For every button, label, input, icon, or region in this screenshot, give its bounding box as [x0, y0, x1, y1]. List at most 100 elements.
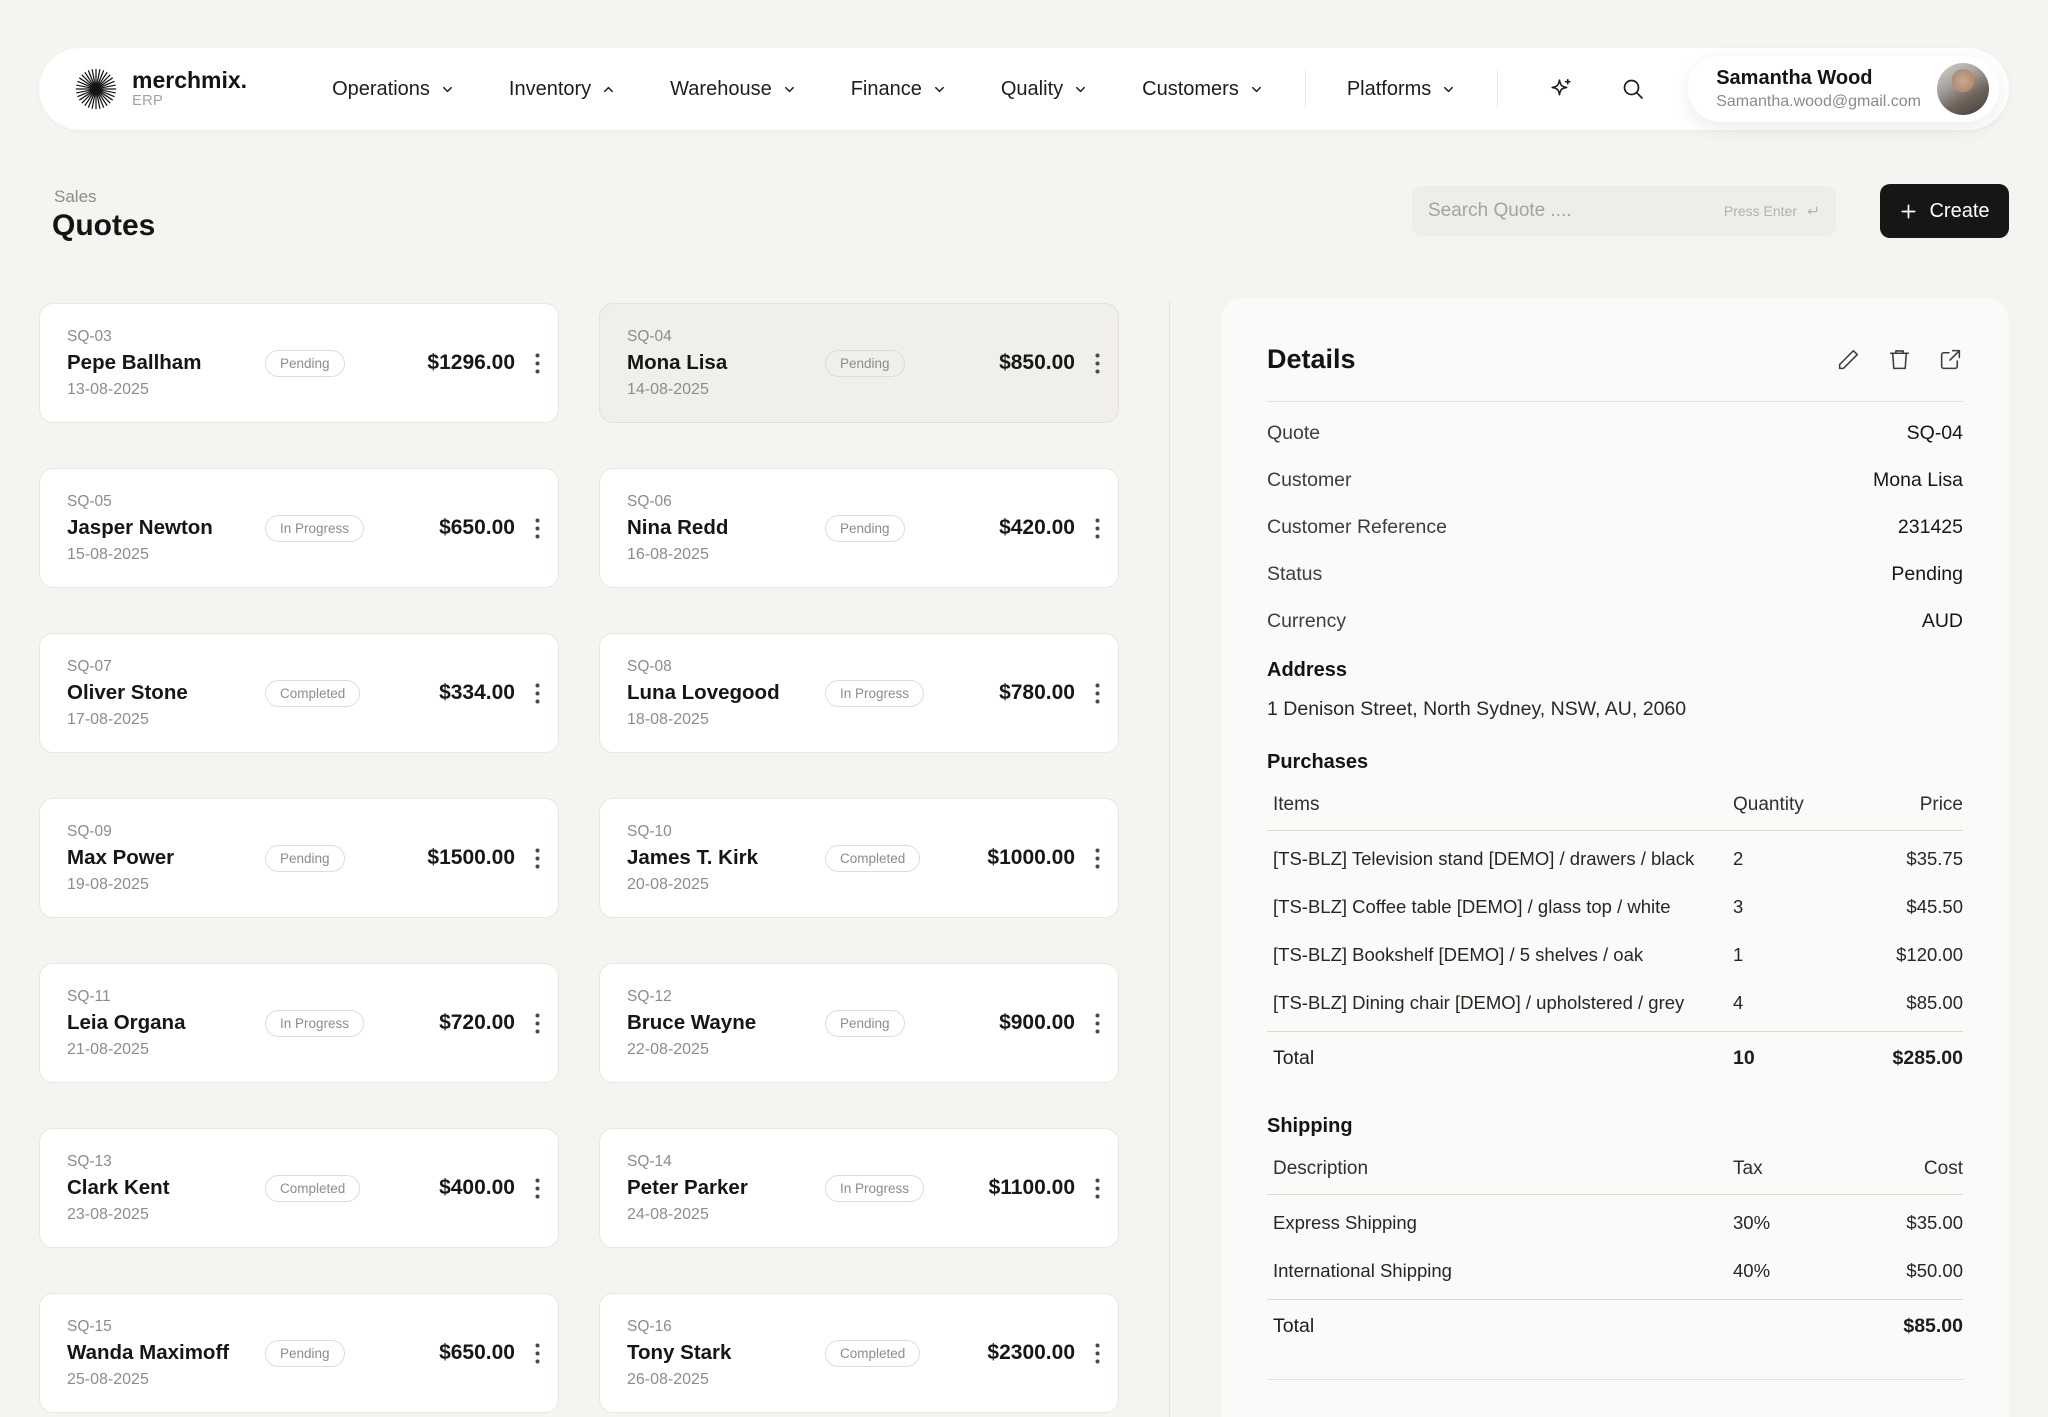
- status-badge: Completed: [825, 844, 921, 872]
- quote-card[interactable]: SQ-14 Peter Parker 24-08-2025 In Progres…: [599, 1128, 1119, 1248]
- status-badge: Completed: [825, 1339, 921, 1367]
- kebab-menu-icon[interactable]: [1091, 1007, 1104, 1040]
- kebab-menu-icon[interactable]: [531, 347, 544, 380]
- status-badge: Pending: [825, 1009, 905, 1037]
- nav-item-platforms[interactable]: Platforms: [1320, 78, 1483, 101]
- nav-item-finance[interactable]: Finance: [824, 78, 974, 101]
- quote-card-info: SQ-16 Tony Stark 26-08-2025: [627, 1318, 825, 1389]
- brand-logo[interactable]: merchmix. ERP: [73, 66, 247, 112]
- quote-card[interactable]: SQ-15 Wanda Maximoff 25-08-2025 Pending …: [39, 1293, 559, 1413]
- quote-id: SQ-06: [627, 492, 672, 510]
- kebab-menu-icon[interactable]: [1091, 512, 1104, 545]
- kebab-menu-icon[interactable]: [1091, 677, 1104, 710]
- avatar[interactable]: [1937, 63, 1989, 115]
- quote-card[interactable]: SQ-07 Oliver Stone 17-08-2025 Completed …: [39, 633, 559, 753]
- detail-field-row: Customer Reference 231425: [1267, 504, 1963, 551]
- shipping-table-header: Description Tax Cost: [1267, 1158, 1963, 1195]
- create-button[interactable]: Create: [1880, 184, 2009, 238]
- nav-item-operations[interactable]: Operations: [305, 78, 482, 101]
- quote-id: SQ-04: [627, 327, 672, 345]
- status-badge: In Progress: [825, 679, 925, 707]
- brand-suffix: ERP: [132, 92, 163, 110]
- edit-pencil-icon[interactable]: [1836, 347, 1861, 372]
- address-heading: Address: [1267, 659, 1348, 681]
- table-cell-price: $35.00: [1906, 1212, 1963, 1233]
- nav-item-quality[interactable]: Quality: [974, 78, 1115, 101]
- quote-card[interactable]: SQ-11 Leia Organa 21-08-2025 In Progress…: [39, 963, 559, 1083]
- table-cell-qty: 30%: [1733, 1212, 1771, 1233]
- user-name: Samantha Wood: [1716, 67, 1873, 89]
- table-row: [TS-BLZ] Coffee table [DEMO] / glass top…: [1267, 883, 1963, 931]
- quote-card[interactable]: SQ-06 Nina Redd 16-08-2025 Pending $420.…: [599, 468, 1119, 588]
- open-external-link-icon[interactable]: [1938, 347, 1963, 372]
- quote-card[interactable]: SQ-03 Pepe Ballham 13-08-2025 Pending $1…: [39, 303, 559, 423]
- shipping-heading: Shipping: [1267, 1115, 1353, 1137]
- quote-card-info: SQ-06 Nina Redd 16-08-2025: [627, 493, 825, 564]
- quote-date: 16-08-2025: [627, 545, 709, 563]
- search-icon[interactable]: [1620, 76, 1646, 102]
- nav-separator: [1497, 70, 1499, 108]
- quote-list: SQ-03 Pepe Ballham 13-08-2025 Pending $1…: [39, 303, 1119, 1413]
- purchases-heading: Purchases: [1267, 751, 1369, 773]
- quote-price: $334.00: [439, 681, 515, 704]
- quote-card[interactable]: SQ-05 Jasper Newton 15-08-2025 In Progre…: [39, 468, 559, 588]
- quote-customer-name: Luna Lovegood: [627, 680, 780, 704]
- kebab-menu-icon[interactable]: [531, 842, 544, 875]
- quote-card[interactable]: SQ-13 Clark Kent 23-08-2025 Completed $4…: [39, 1128, 559, 1248]
- quote-id: SQ-07: [67, 657, 112, 675]
- chevron-down-icon: [1441, 82, 1456, 97]
- quote-card[interactable]: SQ-16 Tony Stark 26-08-2025 Completed $2…: [599, 1293, 1119, 1413]
- kebab-menu-icon[interactable]: [531, 1007, 544, 1040]
- sparkle-ai-icon[interactable]: [1547, 76, 1574, 103]
- nav-item-customers[interactable]: Customers: [1115, 78, 1291, 101]
- purchases-total-label: Total: [1273, 1047, 1315, 1069]
- quote-card[interactable]: SQ-09 Max Power 19-08-2025 Pending $1500…: [39, 798, 559, 918]
- quote-card[interactable]: SQ-04 Mona Lisa 14-08-2025 Pending $850.…: [599, 303, 1119, 423]
- quote-card-info: SQ-14 Peter Parker 24-08-2025: [627, 1153, 825, 1224]
- quote-card-info: SQ-08 Luna Lovegood 18-08-2025: [627, 658, 825, 729]
- quote-customer-name: Max Power: [67, 845, 175, 869]
- status-badge: Pending: [265, 844, 345, 872]
- nav-item-warehouse[interactable]: Warehouse: [643, 78, 824, 101]
- nav-item-inventory[interactable]: Inventory: [482, 78, 643, 101]
- delete-trash-icon[interactable]: [1887, 347, 1912, 372]
- status-badge: In Progress: [265, 1009, 365, 1037]
- quote-search-box[interactable]: Press Enter: [1412, 186, 1836, 236]
- table-cell-item: [TS-BLZ] Dining chair [DEMO] / upholster…: [1273, 992, 1685, 1013]
- nav-item-label: Platforms: [1346, 77, 1432, 100]
- quote-card-info: SQ-13 Clark Kent 23-08-2025: [67, 1153, 265, 1224]
- quote-card[interactable]: SQ-10 James T. Kirk 20-08-2025 Completed…: [599, 798, 1119, 918]
- purchases-total-row: Total 10 $285.00: [1267, 1031, 1963, 1085]
- table-cell-item: [TS-BLZ] Television stand [DEMO] / drawe…: [1273, 848, 1695, 869]
- user-profile-chip[interactable]: Samantha Wood Samantha.wood@gmail.com: [1688, 56, 1999, 122]
- quote-card-info: SQ-12 Bruce Wayne 22-08-2025: [627, 988, 825, 1059]
- kebab-menu-icon[interactable]: [531, 1337, 544, 1370]
- quote-date: 18-08-2025: [627, 710, 709, 728]
- chevron-down-icon: [932, 82, 947, 97]
- detail-field-row: Quote SQ-04: [1267, 410, 1963, 457]
- table-cell-qty: 2: [1733, 848, 1744, 869]
- quote-card[interactable]: SQ-08 Luna Lovegood 18-08-2025 In Progre…: [599, 633, 1119, 753]
- table-cell-item: [TS-BLZ] Bookshelf [DEMO] / 5 shelves / …: [1273, 944, 1644, 965]
- table-cell-qty: 40%: [1733, 1260, 1771, 1281]
- kebab-menu-icon[interactable]: [1091, 1337, 1104, 1370]
- kebab-menu-icon[interactable]: [1091, 347, 1104, 380]
- quote-id: SQ-11: [67, 987, 111, 1005]
- kebab-menu-icon[interactable]: [531, 677, 544, 710]
- quote-date: 22-08-2025: [627, 1040, 709, 1058]
- purchases-total-price: $285.00: [1892, 1047, 1964, 1069]
- nav-item-label: Quality: [1000, 77, 1064, 100]
- shipping-table: Description Tax Cost Express Shipping 30…: [1267, 1158, 1963, 1353]
- quote-date: 20-08-2025: [627, 875, 709, 893]
- status-badge: In Progress: [265, 514, 365, 542]
- table-cell-qty: 1: [1733, 944, 1744, 965]
- kebab-menu-icon[interactable]: [1091, 842, 1104, 875]
- kebab-menu-icon[interactable]: [531, 1172, 544, 1205]
- quote-card[interactable]: SQ-12 Bruce Wayne 22-08-2025 Pending $90…: [599, 963, 1119, 1083]
- kebab-menu-icon[interactable]: [531, 512, 544, 545]
- quote-search-input[interactable]: [1428, 200, 1724, 222]
- quote-date: 26-08-2025: [627, 1370, 709, 1388]
- shipping-col-tax: Tax: [1733, 1158, 1763, 1179]
- quote-id: SQ-12: [627, 987, 672, 1005]
- kebab-menu-icon[interactable]: [1091, 1172, 1104, 1205]
